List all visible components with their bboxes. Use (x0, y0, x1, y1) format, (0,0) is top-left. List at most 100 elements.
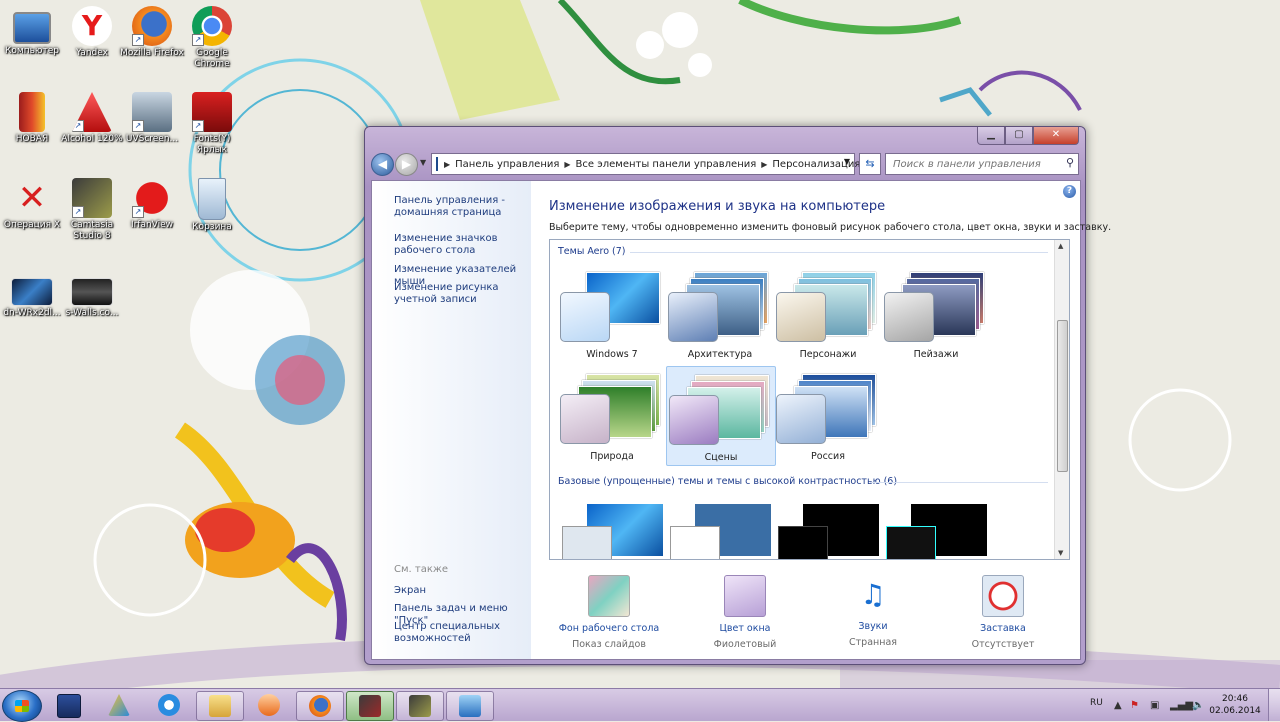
taskbar-app[interactable] (96, 691, 142, 719)
system-clock[interactable]: 20:46 02.06.2014 (1208, 693, 1262, 717)
camtasia-recorder-icon (359, 695, 381, 717)
theme-characters[interactable]: Персонажи (774, 264, 882, 362)
option-title[interactable]: Фон рабочего стола (549, 623, 669, 634)
theme-name: Природа (590, 451, 634, 462)
theme-scenes[interactable]: Сцены (666, 366, 776, 466)
taskbar-media-player[interactable] (246, 691, 292, 719)
show-hidden-icons-icon[interactable]: ▲ (1114, 700, 1122, 711)
search-icon[interactable]: ⚲ (1066, 156, 1074, 169)
taskbar-save[interactable] (46, 691, 92, 719)
window-color-option[interactable]: Цвет окна Фиолетовый (685, 571, 805, 650)
theme-glass-swatch (560, 394, 610, 444)
desktop-icon-firefox[interactable]: ↗ Mozilla Firefox (120, 6, 184, 59)
action-center-flag-icon[interactable]: ⚑ (1130, 700, 1139, 711)
desktop-icon-computer[interactable]: Компьютер (0, 6, 64, 57)
theme-high-contrast-2[interactable] (886, 504, 987, 559)
recent-pages-dropdown[interactable]: ▼ (420, 158, 426, 167)
theme-glass-swatch (778, 526, 828, 559)
taskbar-camtasia-studio[interactable] (396, 691, 444, 721)
scroll-down-icon[interactable]: ▼ (1058, 549, 1063, 557)
breadcrumb-control-panel[interactable]: Панель управления (455, 159, 559, 170)
desktop-icon-recycle-bin[interactable]: Корзина (180, 178, 244, 233)
scroll-up-icon[interactable]: ▲ (1058, 242, 1063, 250)
desktop-icon-operation-x[interactable]: ✕ Операция Х (0, 178, 64, 231)
address-dropdown-icon[interactable]: ▼ (844, 157, 850, 166)
option-title[interactable]: Звуки (813, 621, 933, 632)
taskbar-camtasia-recorder[interactable] (346, 691, 394, 721)
close-button[interactable]: ✕ (1033, 127, 1079, 145)
computer-icon (13, 12, 51, 44)
personalization-window[interactable]: ▁ ▢ ✕ ◀ ▶ ▼ ▶ Панель управления ▶ Все эл… (364, 126, 1111, 665)
start-button[interactable] (2, 690, 42, 722)
desktop-icon-camtasia[interactable]: ↗ Camtasia Studio 8 (60, 178, 124, 242)
scrollbar-thumb[interactable] (1057, 320, 1068, 472)
address-bar[interactable]: ▶ Панель управления ▶ Все элементы панел… (431, 153, 860, 175)
theme-architecture[interactable]: Архитектура (666, 264, 774, 362)
breadcrumb-separator-icon[interactable]: ▶ (761, 160, 767, 169)
theme-landscapes[interactable]: Пейзажи (882, 264, 990, 362)
device-icon[interactable]: ▣ (1150, 700, 1159, 711)
see-also-display[interactable]: Экран (394, 585, 529, 597)
breadcrumb-separator-icon[interactable]: ▶ (564, 160, 570, 169)
maximize-button[interactable]: ▢ (1005, 127, 1033, 145)
page-description: Выберите тему, чтобы одновременно измени… (549, 222, 1112, 233)
theme-high-contrast-1[interactable] (778, 504, 879, 559)
volume-icon[interactable]: 🔈 (1192, 700, 1204, 711)
theme-windows-classic[interactable] (670, 504, 771, 559)
theme-russia[interactable]: Россия (774, 366, 882, 464)
sidebar-link-control-panel-home[interactable]: Панель управления - домашняя страница (394, 195, 529, 219)
taskbar: RU ▲ ⚑ ▣ ▂▄▆ 🔈 20:46 02.06.2014 (0, 688, 1280, 722)
desktop-icon-alcohol[interactable]: ↗ Alcohol 120% (60, 92, 124, 145)
taskbar-control-panel[interactable] (446, 691, 494, 721)
show-desktop-button[interactable] (1268, 689, 1280, 721)
desktop-icon-fonts[interactable]: ↗ Fonts(Y) Ярлык (180, 92, 244, 156)
forward-button[interactable]: ▶ (395, 153, 418, 176)
help-icon[interactable]: ? (1063, 185, 1076, 198)
desktop-icon-image-2[interactable]: s-Walls.co... (60, 272, 124, 319)
taskbar-internet-explorer[interactable] (146, 691, 192, 719)
taskbar-explorer[interactable] (196, 691, 244, 721)
desktop-background-option[interactable]: Фон рабочего стола Показ слайдов (549, 571, 669, 650)
image-file-icon (71, 278, 113, 306)
search-box[interactable]: ⚲ (885, 153, 1079, 175)
section-divider (630, 252, 1048, 253)
screensaver-option[interactable]: Заставка Отсутствует (943, 571, 1063, 650)
option-value: Фиолетовый (713, 639, 777, 650)
taskbar-firefox[interactable] (296, 691, 344, 721)
option-title[interactable]: Заставка (943, 623, 1063, 634)
theme-windows7-basic[interactable] (562, 504, 663, 559)
windows-logo-icon (15, 700, 29, 712)
breadcrumb-separator-icon[interactable]: ▶ (444, 160, 450, 169)
desktop-icon-novaya[interactable]: НОВАЯ (0, 92, 64, 145)
sidebar-link-desktop-icons[interactable]: Изменение значков рабочего стола (394, 233, 529, 257)
desktop-icon-uvscreen[interactable]: ↗ UVScreen... (120, 92, 184, 145)
network-signal-icon[interactable]: ▂▄▆ (1170, 700, 1193, 711)
theme-windows7[interactable]: Windows 7 (558, 264, 666, 362)
sidebar-link-account-picture[interactable]: Изменение рисунка учетной записи (394, 282, 529, 306)
desktop-background-icon (588, 575, 630, 617)
winrar-archive-icon (19, 92, 45, 132)
theme-nature[interactable]: Природа (558, 366, 666, 464)
minimize-button[interactable]: ▁ (977, 127, 1005, 145)
desktop-icon-yandex[interactable]: Y Yandex (60, 6, 124, 59)
sounds-option[interactable]: ♫ Звуки Странная (813, 571, 933, 648)
theme-gallery[interactable]: Темы Aero (7) Windows 7 Архитектура Перс… (549, 239, 1070, 560)
back-button[interactable]: ◀ (371, 153, 394, 176)
camtasia-icon (409, 695, 431, 717)
page-title: Изменение изображения и звука на компьют… (549, 199, 886, 214)
language-indicator[interactable]: RU (1090, 698, 1103, 708)
breadcrumb-all-items[interactable]: Все элементы панели управления (576, 159, 757, 170)
firefox-icon: ↗ (132, 6, 172, 46)
see-also-ease-of-access[interactable]: Центр специальных возможностей (394, 621, 529, 645)
search-input[interactable] (891, 154, 1055, 174)
theme-name: Персонажи (799, 349, 857, 360)
option-title[interactable]: Цвет окна (685, 623, 805, 634)
desktop-icon-image-1[interactable]: dn-WRx2dl... (0, 272, 64, 319)
desktop-icon-irfanview[interactable]: ↗ IrfanView (120, 178, 184, 231)
theme-name: Россия (811, 451, 845, 462)
chrome-icon: ↗ (192, 6, 232, 46)
refresh-button[interactable]: ⇆ (859, 153, 881, 175)
desktop-icon-chrome[interactable]: ↗ Google Chrome (180, 6, 244, 70)
theme-glass-swatch (560, 292, 610, 342)
gallery-scrollbar[interactable]: ▲ ▼ (1054, 240, 1069, 559)
